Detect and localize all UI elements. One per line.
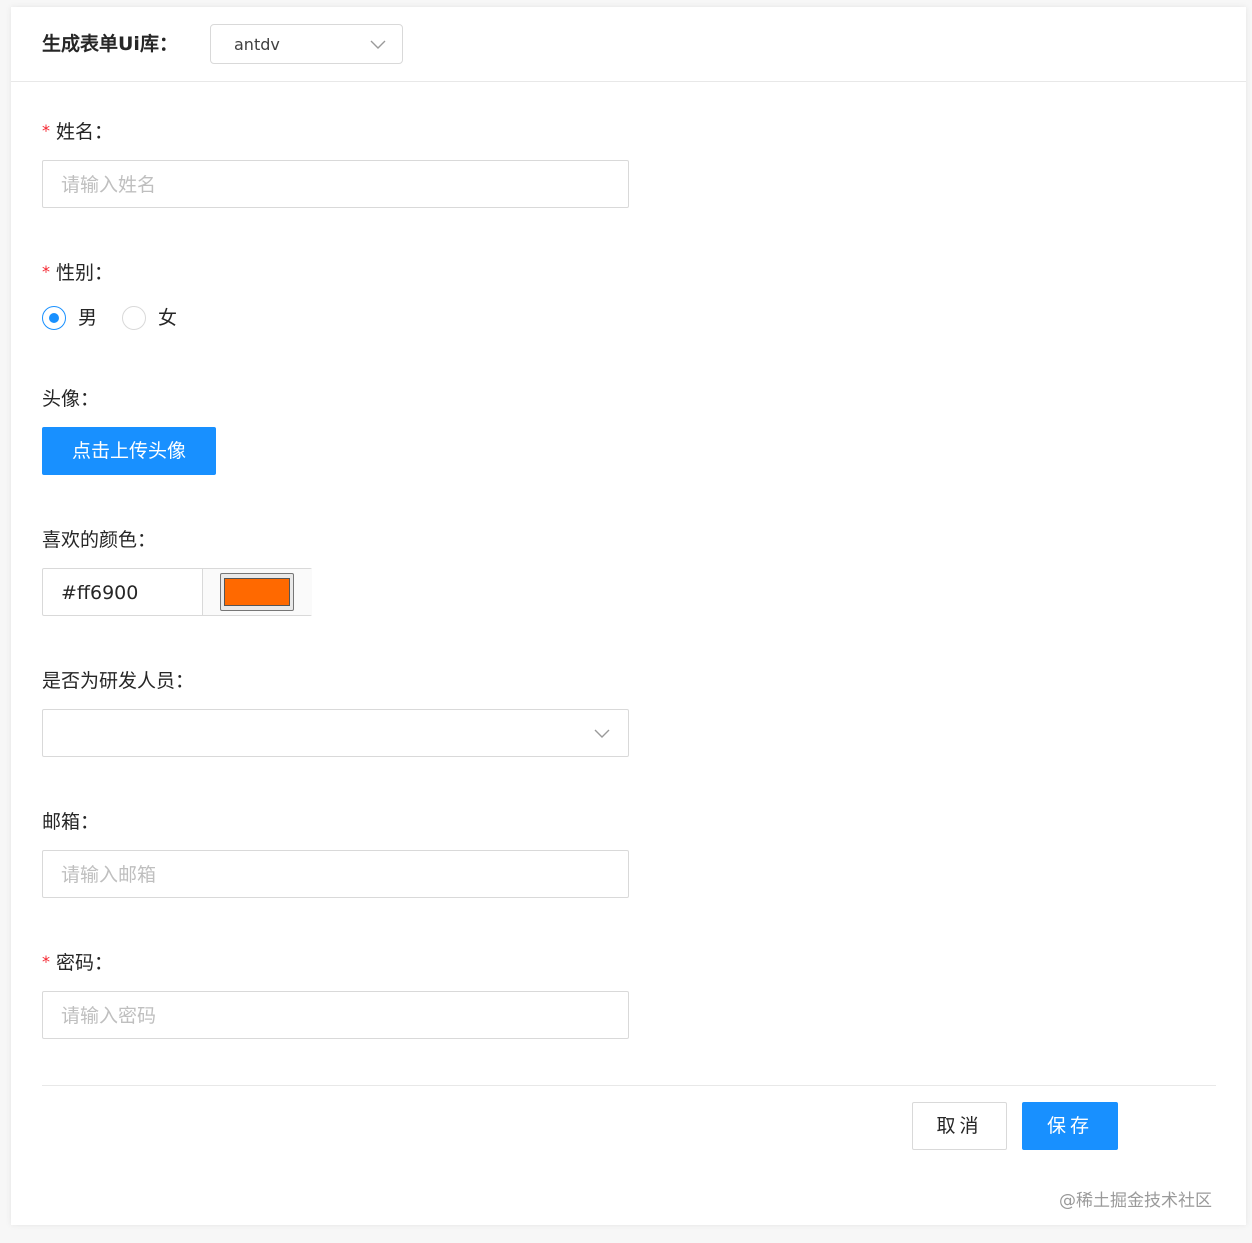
email-input-placeholder: 请输入邮箱 <box>61 864 157 886</box>
name-input-placeholder: 请输入姓名 <box>61 174 157 196</box>
radio-checked-icon[interactable] <box>42 306 66 330</box>
name-label: * 姓名： <box>42 121 114 143</box>
radio-label: 男 <box>78 307 98 329</box>
watermark: @稀土掘金技术社区 <box>1059 1191 1212 1211</box>
radio-unchecked-icon[interactable] <box>122 306 146 330</box>
form-header: 生成表单Ui库： antdv <box>11 7 1246 82</box>
is-developer-label: 是否为研发人员： <box>42 670 195 692</box>
ui-library-label: 生成表单Ui库： <box>42 33 178 55</box>
gender-label: * 性别： <box>42 262 114 284</box>
name-input[interactable]: 请输入姓名 <box>42 160 629 208</box>
avatar-label: 头像： <box>42 388 100 410</box>
favorite-color-field: #ff6900 <box>42 568 312 616</box>
color-picker-addon <box>202 569 312 615</box>
chevron-down-icon <box>370 40 386 49</box>
email-input[interactable]: 请输入邮箱 <box>42 850 629 898</box>
required-mark: * <box>42 121 50 140</box>
color-swatch <box>224 578 290 606</box>
favorite-color-label: 喜欢的颜色： <box>42 529 157 551</box>
upload-avatar-button[interactable]: 点击上传头像 <box>42 427 216 475</box>
email-label: 邮箱： <box>42 811 100 833</box>
password-input-placeholder: 请输入密码 <box>61 1005 157 1027</box>
ui-library-select-value: antdv <box>234 35 280 54</box>
cancel-button[interactable]: 取消 <box>912 1102 1007 1150</box>
radio-label: 女 <box>158 307 178 329</box>
footer-divider <box>42 1085 1216 1086</box>
password-label: * 密码： <box>42 952 114 974</box>
favorite-color-value[interactable]: #ff6900 <box>61 581 138 605</box>
is-developer-select[interactable] <box>42 709 629 757</box>
form-card: 生成表单Ui库： antdv * 姓名： 请输入姓名 * 性别： 男 女 头像： 点… <box>11 7 1246 1225</box>
save-button[interactable]: 保存 <box>1022 1102 1118 1150</box>
ui-library-select[interactable]: antdv <box>210 24 403 64</box>
required-mark: * <box>42 262 50 281</box>
color-picker-button[interactable] <box>220 573 294 611</box>
required-mark: * <box>42 952 50 971</box>
password-input[interactable]: 请输入密码 <box>42 991 629 1039</box>
chevron-down-icon <box>594 729 610 738</box>
